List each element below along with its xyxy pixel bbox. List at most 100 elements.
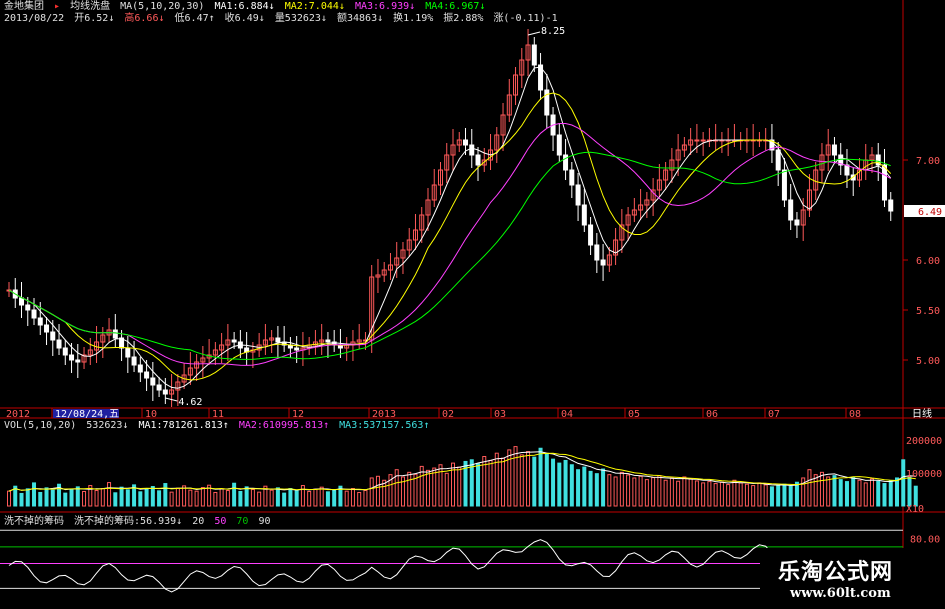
close-value: 收6.49↓ bbox=[224, 13, 265, 24]
moving-average-line-3 bbox=[8, 123, 891, 366]
change-value: 涨(-0.11)-1 bbox=[493, 13, 558, 24]
volume-bar bbox=[557, 462, 562, 507]
candle-body bbox=[569, 169, 575, 186]
volume-bar bbox=[50, 489, 55, 507]
watermark-title: 乐淘公式网 bbox=[778, 560, 894, 585]
ma-params: MA(5,10,20,30) bbox=[120, 1, 205, 12]
volume-bar bbox=[150, 486, 155, 507]
volume-bar bbox=[232, 482, 237, 507]
volume-bar bbox=[282, 492, 287, 507]
volume-bar bbox=[107, 482, 112, 507]
volume-bar bbox=[407, 471, 412, 507]
volume-bar bbox=[769, 486, 774, 507]
volume-bar bbox=[869, 478, 874, 507]
volume-bar bbox=[138, 491, 143, 507]
candle-body bbox=[31, 309, 37, 319]
volume-bar bbox=[19, 492, 24, 507]
candle-body bbox=[581, 204, 587, 226]
volume-tick-label: X10 bbox=[906, 504, 924, 515]
candle-body bbox=[594, 244, 600, 261]
stock-name[interactable]: 金地集团 bbox=[4, 1, 44, 12]
candle-body bbox=[56, 339, 62, 349]
volume-bar bbox=[44, 487, 49, 507]
volume-bar bbox=[519, 454, 524, 507]
open-value: 开6.52↓ bbox=[74, 13, 115, 24]
candle-body bbox=[25, 304, 31, 311]
volume-bar bbox=[194, 490, 199, 507]
volume-bar bbox=[538, 447, 543, 507]
volume-bar bbox=[250, 489, 255, 507]
volume-bar bbox=[225, 489, 230, 507]
candle-body bbox=[137, 364, 143, 373]
moving-average-line-2 bbox=[8, 92, 892, 381]
candle-body bbox=[50, 331, 56, 341]
volume-bar bbox=[69, 489, 74, 507]
x-axis-label: 07 bbox=[768, 409, 780, 420]
volume-bar bbox=[619, 471, 624, 507]
volume-bar bbox=[369, 477, 374, 507]
volume-bar bbox=[94, 489, 99, 507]
volume-bar bbox=[288, 488, 293, 507]
volume-bar bbox=[563, 459, 568, 507]
volume-bar bbox=[163, 483, 168, 507]
volume-bar bbox=[294, 490, 299, 507]
volume-bar bbox=[588, 470, 593, 507]
volume-tick-label: 200000 bbox=[906, 436, 942, 447]
volume-bar bbox=[669, 477, 674, 507]
candles-group bbox=[6, 29, 894, 407]
volume-bar bbox=[888, 480, 893, 507]
volume-bar bbox=[757, 482, 762, 507]
watermark: 乐淘公式网 www.60lt.com bbox=[760, 548, 945, 609]
volume-bar bbox=[901, 459, 906, 507]
volume-bar bbox=[444, 472, 449, 507]
volume-bar bbox=[476, 463, 481, 507]
ma3-value: MA3:6.939↓ bbox=[354, 1, 416, 12]
volume-bar bbox=[169, 491, 174, 507]
volume-bar bbox=[313, 488, 318, 507]
x-axis-label: 02 bbox=[442, 409, 454, 420]
turnover-value: 换1.19% bbox=[393, 13, 434, 24]
x-axis-label: 06 bbox=[706, 409, 718, 420]
amplitude-value: 振2.88% bbox=[443, 13, 484, 24]
volume-bar bbox=[707, 481, 712, 507]
volume-bar bbox=[119, 486, 124, 507]
volume-bar bbox=[494, 452, 499, 507]
candle-body bbox=[575, 184, 581, 206]
volume-bar bbox=[607, 474, 612, 507]
candle-body bbox=[156, 384, 162, 391]
candle-body bbox=[75, 359, 81, 363]
volume-bar bbox=[307, 490, 312, 507]
volume-bar bbox=[819, 471, 824, 507]
volume-bar bbox=[594, 473, 599, 507]
volume-bar bbox=[732, 479, 737, 507]
volume-bar bbox=[613, 476, 618, 507]
volume-bar bbox=[257, 491, 262, 507]
volume-bar bbox=[125, 489, 130, 507]
oscillator-header: 洗不掉的筹码 洗不掉的筹码:56.939↓ 20 50 70 90 bbox=[4, 516, 275, 527]
volume-bar bbox=[832, 475, 837, 507]
volume-bar bbox=[688, 478, 693, 507]
volume-bar bbox=[32, 482, 37, 507]
indicator-name[interactable]: 均线洗盘 bbox=[70, 1, 110, 12]
high-marker-line bbox=[527, 31, 541, 36]
ma4-value: MA4:6.967↓ bbox=[425, 1, 486, 12]
price-tick-label: 5.50 bbox=[916, 306, 940, 317]
osc-level-70: 70 bbox=[236, 516, 249, 527]
volume-bar bbox=[200, 487, 205, 507]
candle-body bbox=[588, 224, 594, 246]
vol-ma3: MA3:537157.563↑ bbox=[339, 420, 430, 431]
volume-bars-group bbox=[7, 446, 918, 507]
candle-body bbox=[44, 324, 50, 333]
volume-bar bbox=[63, 492, 68, 507]
x-axis-label: 11 bbox=[212, 409, 224, 420]
volume-bar bbox=[882, 483, 887, 507]
volume-bar bbox=[363, 489, 368, 507]
volume-bar bbox=[438, 464, 443, 507]
volume-bar bbox=[907, 475, 912, 507]
volume-bar bbox=[663, 479, 668, 507]
candle-body bbox=[788, 199, 794, 221]
volume-bar bbox=[857, 479, 862, 507]
volume-bar bbox=[694, 480, 699, 507]
vol-ma2: MA2:610995.813↑ bbox=[238, 420, 330, 431]
volume-bar bbox=[25, 488, 30, 507]
